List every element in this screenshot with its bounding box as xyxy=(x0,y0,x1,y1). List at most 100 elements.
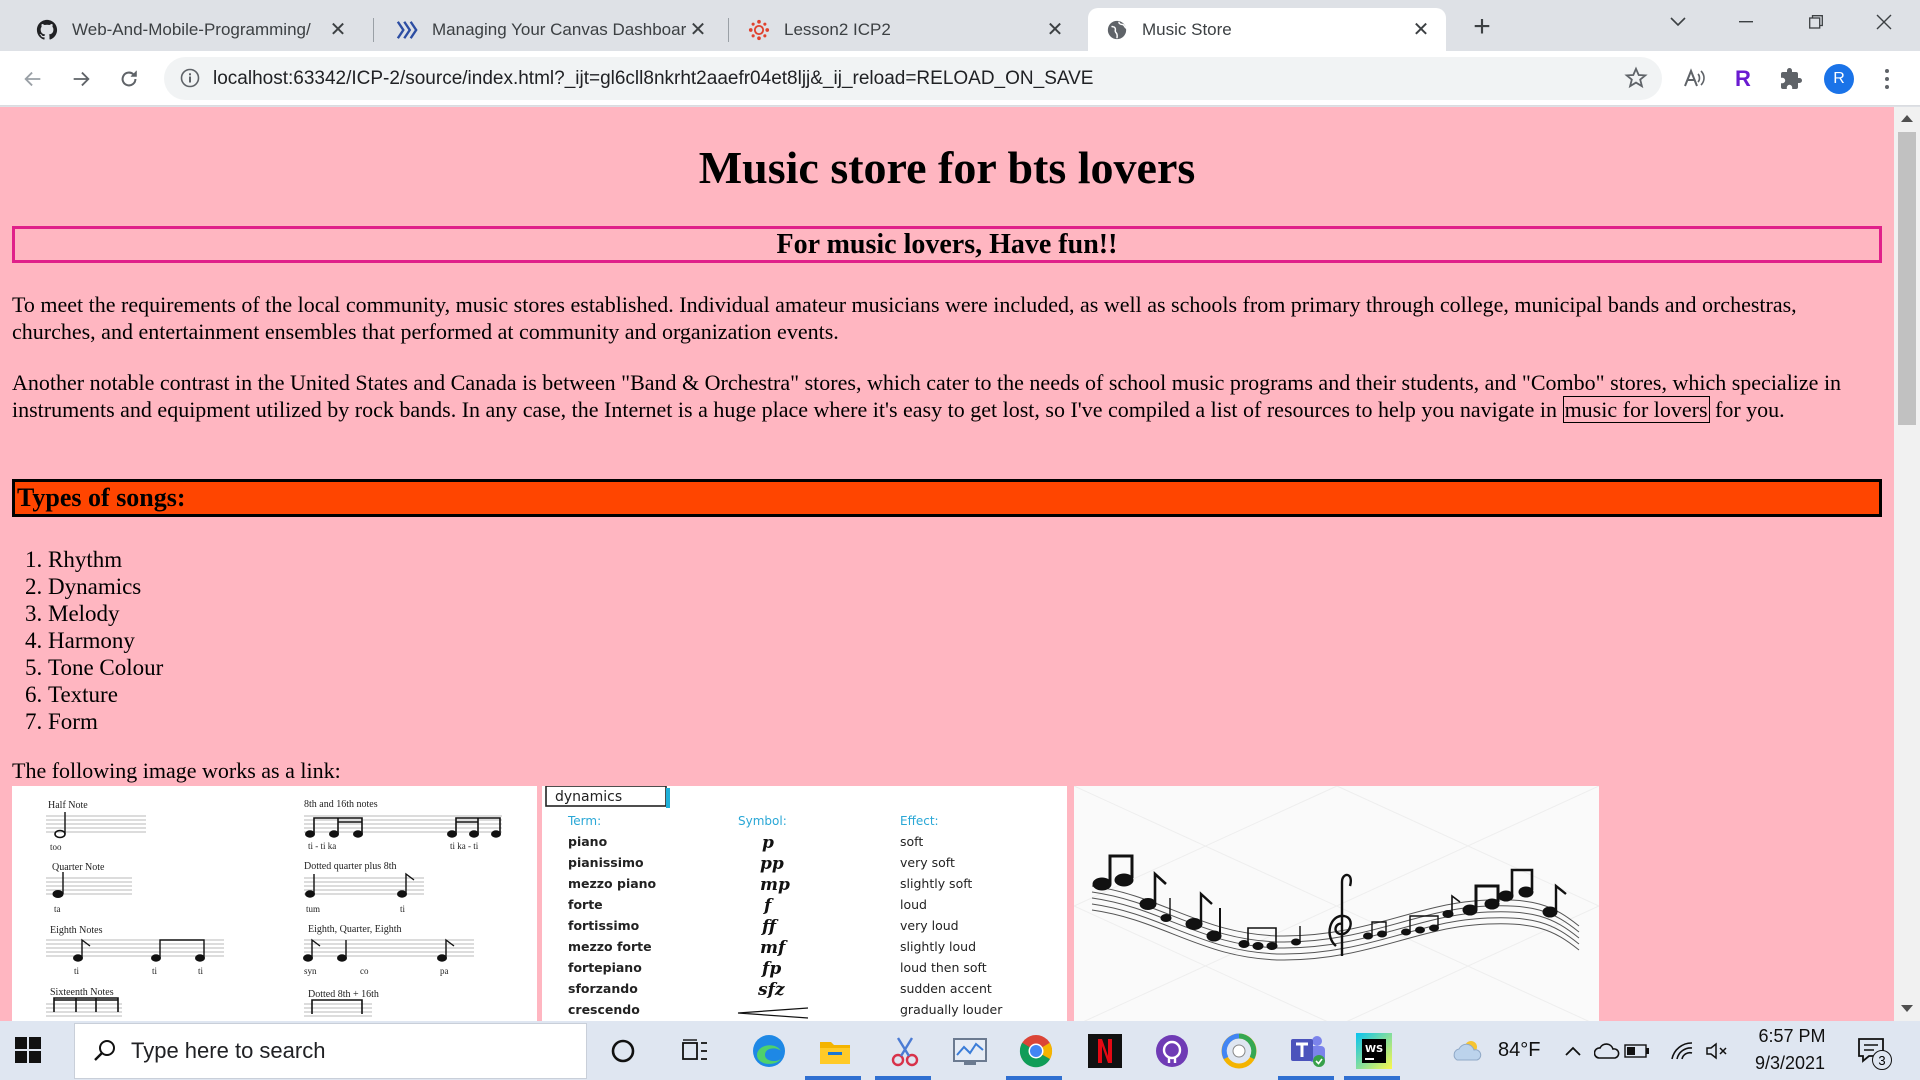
battery-icon[interactable] xyxy=(1620,1031,1654,1071)
tab-strip: Web-And-Mobile-Programming/ ✕ Managing Y… xyxy=(0,0,1920,51)
address-bar[interactable]: localhost:63342/ICP-2/source/index.html?… xyxy=(164,57,1662,100)
bookmark-star-icon[interactable] xyxy=(1624,66,1648,90)
page-scrollbar[interactable] xyxy=(1894,107,1920,1021)
dynamics-header: Term: xyxy=(567,814,601,828)
tab-search-chevron-icon[interactable] xyxy=(1646,0,1710,44)
close-icon[interactable]: ✕ xyxy=(687,19,709,41)
list-item: Form xyxy=(48,708,163,735)
note-values-image-link[interactable]: Half Note 8th and 16th notes Quarter Not… xyxy=(12,786,537,1021)
r-extension-icon[interactable]: R xyxy=(1729,65,1757,93)
tab-title: Music Store xyxy=(1142,19,1232,39)
note-label: 8th and 16th notes xyxy=(304,799,378,810)
tab-lesson2[interactable]: Lesson2 ICP2 ✕ xyxy=(730,8,1080,51)
tab-canvas-dashboard[interactable]: Managing Your Canvas Dashboar ✕ xyxy=(378,8,723,51)
close-icon[interactable]: ✕ xyxy=(327,19,349,41)
back-button[interactable] xyxy=(16,62,50,96)
scroll-up-arrow-icon[interactable] xyxy=(1901,115,1913,122)
tab-github[interactable]: Web-And-Mobile-Programming/ ✕ xyxy=(18,8,363,51)
github-desktop-icon[interactable] xyxy=(1152,1031,1192,1071)
minimize-button[interactable] xyxy=(1714,0,1778,44)
chrome-icon[interactable] xyxy=(1016,1031,1056,1071)
music-for-lovers-link[interactable]: music for lovers xyxy=(1562,396,1710,423)
weather-temperature[interactable]: 84°F xyxy=(1498,1039,1540,1062)
restore-button[interactable] xyxy=(1784,0,1848,44)
song-types-list: Rhythm Dynamics Melody Harmony Tone Colo… xyxy=(48,546,163,735)
netflix-icon[interactable] xyxy=(1085,1031,1125,1071)
onedrive-cloud-icon[interactable] xyxy=(1590,1031,1624,1071)
dynamics-term: mezzo piano xyxy=(568,876,657,891)
note-syllable: ti xyxy=(152,966,158,976)
note-syllable: co xyxy=(360,966,369,976)
dynamics-header: Symbol: xyxy=(738,814,787,828)
page-title: Music store for bts lovers xyxy=(698,142,1196,193)
active-app-indicator xyxy=(875,1076,931,1080)
edge-browser-icon[interactable] xyxy=(749,1031,789,1071)
url-text: localhost:63342/ICP-2/source/index.html?… xyxy=(213,68,1094,89)
microsoft-teams-icon[interactable] xyxy=(1288,1031,1328,1071)
note-syllable: ti xyxy=(74,966,80,976)
task-view-icon[interactable] xyxy=(675,1031,715,1071)
scrollbar-thumb[interactable] xyxy=(1898,132,1916,425)
music-notes-image-link[interactable] xyxy=(1074,786,1599,1021)
webstorm-icon[interactable]: WS xyxy=(1354,1031,1394,1071)
note-label: Dotted 8th + 16th xyxy=(308,989,379,1000)
windows-start-icon[interactable] xyxy=(14,1036,42,1064)
tab-title: Web-And-Mobile-Programming/ xyxy=(72,19,311,39)
performance-monitor-icon[interactable] xyxy=(950,1031,990,1071)
info-icon[interactable] xyxy=(180,68,200,88)
list-item: Melody xyxy=(48,600,163,627)
search-icon xyxy=(93,1039,117,1063)
dynamics-effect: very soft xyxy=(900,855,955,870)
svg-text:WS: WS xyxy=(1365,1044,1383,1055)
taskbar-search-box[interactable]: Type here to search xyxy=(74,1023,587,1079)
note-syllable: ti - ti ka xyxy=(308,841,336,851)
profile-avatar[interactable]: R xyxy=(1824,64,1854,94)
chevron-up-icon[interactable] xyxy=(1554,1031,1592,1071)
dynamics-effect: gradually louder xyxy=(900,1002,1003,1017)
dynamics-term: fortepiano xyxy=(568,960,642,975)
forward-button[interactable] xyxy=(64,62,98,96)
tab-music-store[interactable]: Music Store ✕ xyxy=(1088,8,1446,51)
dynamics-image-link[interactable]: dynamics Term: Symbol: Effect: piano pia… xyxy=(542,786,1067,1021)
volume-muted-icon[interactable] xyxy=(1700,1031,1734,1071)
tab-title: Lesson2 ICP2 xyxy=(784,19,891,39)
list-item: Texture xyxy=(48,681,163,708)
dynamics-effect: loud xyxy=(900,897,927,912)
dynamics-effect: loud then soft xyxy=(900,960,987,975)
dynamics-term: fortissimo xyxy=(568,918,640,933)
wifi-icon[interactable] xyxy=(1666,1031,1700,1071)
active-app-indicator xyxy=(1344,1076,1400,1080)
dynamics-effect: very loud xyxy=(900,918,959,933)
page-viewport: Music store for bts lovers For music lov… xyxy=(0,107,1894,1021)
tab-separator xyxy=(373,18,374,42)
image-link-label: The following image works as a link: xyxy=(12,758,341,783)
browser-menu-icon[interactable] xyxy=(1875,65,1899,93)
dynamics-term: piano xyxy=(568,834,608,849)
new-tab-button[interactable]: + xyxy=(1465,10,1499,44)
scroll-down-arrow-icon[interactable] xyxy=(1901,1005,1913,1012)
extensions-puzzle-icon[interactable] xyxy=(1777,65,1805,93)
dynamics-term: pianissimo xyxy=(568,855,644,870)
clock-time[interactable]: 6:57 PM xyxy=(1756,1026,1828,1047)
chrome-canary-icon[interactable] xyxy=(1219,1031,1259,1071)
read-aloud-extension-icon[interactable] xyxy=(1680,65,1708,93)
clock-date[interactable]: 9/3/2021 xyxy=(1748,1053,1832,1074)
canvas-wheel-icon xyxy=(748,19,770,41)
browser-toolbar: localhost:63342/ICP-2/source/index.html?… xyxy=(0,51,1920,106)
window-close-button[interactable] xyxy=(1852,0,1916,44)
dynamics-tab-label: dynamics xyxy=(555,789,622,805)
dynamics-term: forte xyxy=(568,897,603,912)
close-icon[interactable]: ✕ xyxy=(1044,19,1066,41)
active-app-indicator xyxy=(1006,1076,1062,1080)
note-label: Eighth Notes xyxy=(50,925,103,936)
dynamics-effect: slightly loud xyxy=(900,939,976,954)
close-icon[interactable]: ✕ xyxy=(1410,19,1432,41)
cortana-icon[interactable] xyxy=(603,1031,643,1071)
reload-button[interactable] xyxy=(112,62,146,96)
snipping-tool-icon[interactable] xyxy=(885,1031,925,1071)
file-explorer-icon[interactable] xyxy=(815,1031,855,1071)
canvas-stripes-icon xyxy=(396,19,418,41)
search-placeholder: Type here to search xyxy=(131,1038,326,1063)
weather-cloud-icon[interactable] xyxy=(1448,1031,1488,1071)
note-syllable: syn xyxy=(304,966,317,976)
